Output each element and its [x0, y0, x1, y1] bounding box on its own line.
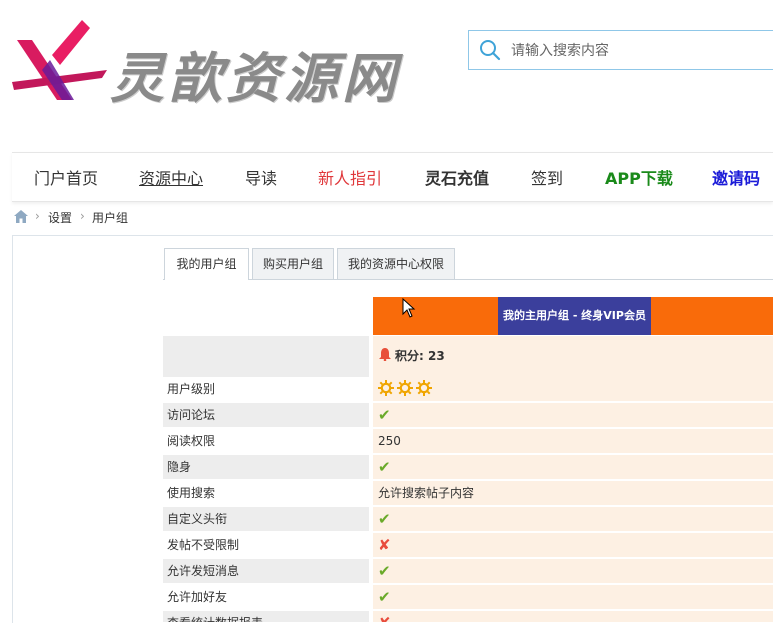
row-value: ✘ [373, 533, 773, 557]
table-row: 查看统计数据报表 ✘ [163, 611, 773, 622]
row-label: 允许发短消息 [163, 559, 369, 583]
row-label: 用户级别 [167, 382, 216, 396]
table-row: 阅读权限 250 [163, 429, 773, 453]
site-logo[interactable]: 灵歆资源网 [12, 20, 396, 110]
points-label-cell [163, 336, 369, 377]
home-icon[interactable] [14, 210, 28, 223]
nav-item-resources[interactable]: 资源中心 [139, 165, 203, 189]
row-value: ✔ [373, 455, 773, 479]
logo-mark-icon [12, 20, 107, 100]
check-icon: ✔ [378, 406, 391, 424]
row-value: 允许搜索帖子内容 [373, 481, 773, 505]
row-label: 允许加好友 [167, 590, 228, 604]
cross-icon: ✘ [378, 536, 391, 554]
points-value-cell: 积分: 23 [373, 336, 773, 377]
tab-my-usergroup[interactable]: 我的用户组 [164, 248, 249, 280]
check-icon: ✔ [378, 562, 391, 580]
row-value: ✔ [373, 559, 773, 583]
row-value: ✘ [373, 611, 773, 622]
mouse-cursor-icon [402, 298, 416, 318]
table-row: 允许加好友 ✔ [163, 585, 773, 609]
row-label: 隐身 [163, 455, 369, 479]
tab-buy-usergroup[interactable]: 购买用户组 [252, 248, 334, 279]
breadcrumb-usergroup[interactable]: 用户组 [92, 209, 128, 226]
nav-item-recharge[interactable]: 灵石充值 [425, 165, 489, 189]
usergroup-header: 我的主用户组 - 终身VIP会员 [373, 297, 773, 335]
row-value: ✔ [373, 507, 773, 531]
table-row: 访问论坛 ✔ [163, 403, 773, 427]
nav-item-newbie[interactable]: 新人指引 [318, 165, 382, 189]
row-label: 查看统计数据报表 [163, 611, 369, 622]
breadcrumb-settings[interactable]: 设置 [48, 209, 72, 226]
row-label: 访问论坛 [163, 403, 369, 427]
search-icon [480, 40, 501, 61]
usergroup-title: 我的主用户组 - 终身VIP会员 [498, 297, 651, 335]
row-value [373, 377, 773, 401]
tabs-divider [163, 279, 773, 280]
breadcrumb-separator: › [80, 209, 85, 223]
sun-icon [416, 380, 432, 396]
points-text: 积分: 23 [395, 349, 445, 363]
table-row: 自定义头衔 ✔ [163, 507, 773, 531]
check-icon: ✔ [378, 588, 391, 606]
table-row: 隐身 ✔ [163, 455, 773, 479]
table-row: 允许发短消息 ✔ [163, 559, 773, 583]
main-nav: 门户首页 资源中心 导读 新人指引 灵石充值 签到 APP下载 邀请码 [12, 152, 773, 202]
row-label: 阅读权限 [167, 434, 216, 448]
table-row: 使用搜索 允许搜索帖子内容 [163, 481, 773, 505]
nav-item-app-download[interactable]: APP下载 [605, 165, 673, 189]
site-name: 灵歆资源网 [110, 46, 400, 110]
row-value: 250 [373, 429, 773, 453]
row-value: ✔ [373, 585, 773, 609]
row-label: 自定义头衔 [163, 507, 369, 531]
search-input[interactable] [509, 37, 773, 65]
cross-icon: ✘ [378, 614, 391, 622]
search-box[interactable] [468, 30, 773, 70]
nav-item-invite-code[interactable]: 邀请码 [712, 165, 760, 189]
row-label: 使用搜索 [167, 486, 216, 500]
sun-icon [397, 380, 413, 396]
sun-icon [378, 380, 394, 396]
table-row: 用户级别 [163, 377, 773, 401]
row-value: ✔ [373, 403, 773, 427]
breadcrumb-separator: › [35, 209, 40, 223]
nav-item-signin[interactable]: 签到 [531, 165, 563, 189]
table-row: 发帖不受限制 ✘ [163, 533, 773, 557]
row-label: 发帖不受限制 [167, 538, 240, 552]
check-icon: ✔ [378, 510, 391, 528]
nav-item-guide[interactable]: 导读 [245, 165, 277, 189]
nav-item-home[interactable]: 门户首页 [34, 165, 98, 189]
bell-icon [379, 348, 391, 361]
check-icon: ✔ [378, 458, 391, 476]
tab-resource-permissions[interactable]: 我的资源中心权限 [337, 248, 455, 279]
